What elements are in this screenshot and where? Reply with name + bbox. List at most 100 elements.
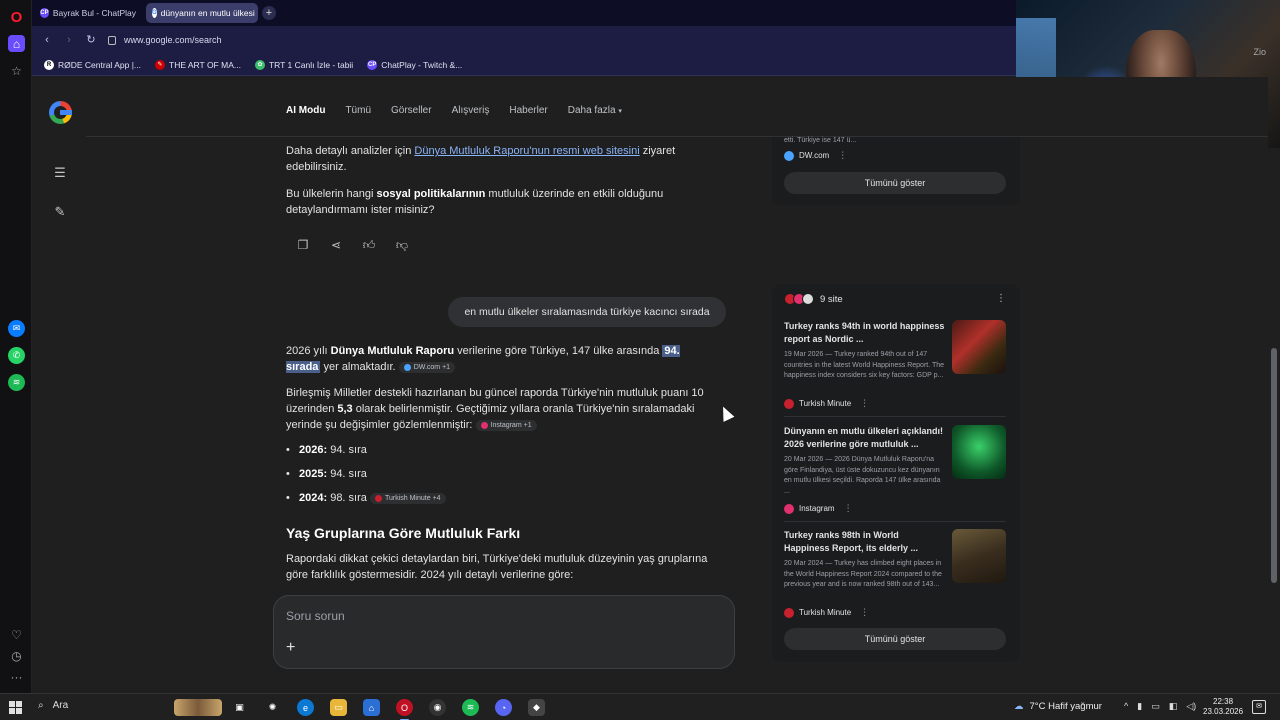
history-icon[interactable]: ◷ bbox=[8, 647, 25, 664]
kebab-icon[interactable]: ⋮ bbox=[844, 503, 853, 514]
show-all-button[interactable]: Tümünü göster bbox=[784, 172, 1006, 194]
tab-shopping[interactable]: Alışveriş bbox=[452, 105, 490, 116]
messenger-icon[interactable]: ✉ bbox=[8, 320, 25, 337]
report-link[interactable]: Dünya Mutluluk Raporu'nun resmi web site… bbox=[414, 145, 639, 157]
ask-input[interactable]: Soru sorun + bbox=[273, 595, 735, 669]
bookmark-chatplay[interactable]: CP ChatPlay - Twitch &... bbox=[367, 59, 463, 70]
answer-paragraph-2: Birleşmiş Milletler destekli hazırlanan … bbox=[286, 385, 706, 433]
text: Bu ülkelerin hangi bbox=[286, 188, 377, 200]
page-scrollbar[interactable] bbox=[1268, 148, 1280, 693]
volume-icon[interactable]: ◁) bbox=[1186, 701, 1196, 712]
source-name: Turkish Minute bbox=[799, 399, 852, 408]
source-card[interactable]: Turkey ranks 98th in World Happiness Rep… bbox=[784, 529, 1006, 633]
site-icon bbox=[802, 293, 814, 305]
google-logo-icon[interactable] bbox=[49, 101, 72, 124]
bookmark-art-of-ma[interactable]: ✎ THE ART OF MA... bbox=[155, 59, 241, 70]
chip-label: Instagram +1 bbox=[490, 421, 532, 429]
new-chat-icon[interactable]: ✎ bbox=[52, 204, 68, 220]
chatplay-icon: CP bbox=[367, 59, 378, 70]
copy-icon[interactable]: ❐ bbox=[296, 237, 310, 253]
opera-icon[interactable]: O bbox=[396, 699, 413, 720]
home-icon[interactable]: ⌂ bbox=[8, 35, 25, 52]
heart-icon[interactable]: ♡ bbox=[8, 626, 25, 643]
kebab-icon[interactable]: ⋮ bbox=[996, 293, 1006, 304]
time: 22:38 bbox=[1213, 697, 1234, 706]
tab-more[interactable]: Daha fazla ▾ bbox=[568, 105, 622, 116]
tab-chatplay[interactable]: CP Bayrak Bul - ChatPlay bbox=[34, 3, 142, 23]
source-dw[interactable]: DW.com ⋮ bbox=[784, 150, 847, 161]
rank: 94. sıra bbox=[327, 468, 367, 480]
mic-icon[interactable]: ▮ bbox=[1137, 701, 1142, 712]
source-chip-turkish-minute[interactable]: Turkish Minute +4 bbox=[369, 492, 446, 504]
clock[interactable]: 22:38 23.03.2026 bbox=[1203, 697, 1243, 717]
source-chip-instagram[interactable]: Instagram +1 bbox=[475, 419, 537, 431]
text: yer almaktadır. bbox=[320, 361, 396, 373]
spotify-icon[interactable]: ≋ bbox=[462, 699, 479, 716]
kebab-icon[interactable]: ⋮ bbox=[860, 607, 869, 618]
app-icon[interactable]: ◆ bbox=[528, 699, 545, 716]
file-explorer-icon[interactable]: ▭ bbox=[330, 699, 347, 716]
chatplay-icon: CP bbox=[40, 8, 49, 18]
user-query-bubble: en mutlu ülkeler sıralamasında türkiye k… bbox=[448, 297, 726, 327]
chevron-up-icon[interactable]: ^ bbox=[1124, 701, 1128, 712]
bookmark-rode[interactable]: R RØDE Central App |... bbox=[44, 59, 141, 70]
bold-text: Dünya Mutluluk Raporu bbox=[330, 345, 455, 357]
source-name: Instagram bbox=[799, 504, 835, 513]
source-card[interactable]: Dünyanın en mutlu ülkeleri açıklandı! 20… bbox=[784, 425, 1006, 529]
tab-ai-mode[interactable]: AI Modu bbox=[286, 105, 325, 116]
task-view-icon[interactable]: ▣ bbox=[231, 699, 248, 716]
forward-icon[interactable]: › bbox=[62, 33, 76, 47]
show-all-button[interactable]: Tümünü göster bbox=[784, 628, 1006, 650]
sites-count: 9 site bbox=[820, 293, 843, 305]
obs-icon[interactable]: ◉ bbox=[429, 699, 446, 716]
opera-logo-icon[interactable]: O bbox=[8, 9, 25, 26]
app-tray-icon[interactable]: ▭ bbox=[1151, 701, 1160, 712]
discord-icon[interactable]: ◔ bbox=[495, 699, 512, 716]
network-icon[interactable]: ◧ bbox=[1169, 701, 1178, 712]
bookmark-label: ChatPlay - Twitch &... bbox=[381, 59, 463, 70]
tab-images[interactable]: Görseller bbox=[391, 105, 432, 116]
whatsapp-icon[interactable]: ✆ bbox=[8, 347, 25, 364]
thumbs-up-icon[interactable]: 👍︎ bbox=[362, 237, 376, 253]
notification-icon[interactable]: ✉ bbox=[1252, 700, 1266, 714]
sites-header[interactable]: 9 site bbox=[784, 293, 843, 305]
chatgpt-icon[interactable]: ✺ bbox=[264, 699, 281, 716]
source-card[interactable]: Turkey ranks 94th in world happiness rep… bbox=[784, 320, 1006, 424]
tab-news[interactable]: Haberler bbox=[509, 105, 547, 116]
tab-google-search[interactable]: G dünyanın en mutlu ülkesi bbox=[146, 3, 258, 23]
dw-icon bbox=[784, 150, 794, 161]
plus-icon[interactable]: + bbox=[286, 639, 295, 657]
tab-label: dünyanın en mutlu ülkesi bbox=[160, 8, 255, 18]
history-list-icon[interactable]: ☰ bbox=[52, 165, 68, 181]
weather-widget[interactable]: ☁ 7°C Hafif yağmur bbox=[1014, 701, 1102, 712]
star-icon[interactable]: ☆ bbox=[8, 62, 25, 79]
kebab-icon[interactable]: ⋮ bbox=[860, 398, 869, 409]
cloud-rain-icon: ☁ bbox=[1014, 701, 1024, 712]
scrollbar-thumb[interactable] bbox=[1271, 348, 1277, 583]
url-field[interactable]: www.google.com/search bbox=[108, 31, 1002, 49]
bookmark-trt1[interactable]: ✿ TRT 1 Canlı İzle - tabii bbox=[254, 59, 353, 70]
sources-panel-previous: etti. Türkiye ise 147 ü... DW.com ⋮ Tümü… bbox=[772, 137, 1020, 205]
windows-start-icon[interactable] bbox=[9, 701, 22, 714]
card-desc: 19 Mar 2026 — Turkey ranked 94th out of … bbox=[784, 351, 945, 379]
taskbar-search[interactable]: ⌕ Ara bbox=[38, 700, 68, 711]
share-icon[interactable]: ⋖ bbox=[329, 237, 343, 253]
reload-icon[interactable]: ↻ bbox=[84, 33, 98, 47]
store-icon[interactable]: ⌂ bbox=[363, 699, 380, 716]
tabii-icon: ✿ bbox=[254, 59, 265, 70]
rank-list: 2026: 94. sıra 2025: 94. sıra 2024: 98. … bbox=[286, 442, 706, 514]
new-tab-button[interactable]: + bbox=[262, 6, 276, 20]
tab-all[interactable]: Tümü bbox=[345, 105, 371, 116]
rode-icon: R bbox=[44, 59, 54, 70]
source-chip-dw[interactable]: DW.com +1 bbox=[398, 361, 456, 373]
search-highlight-icon[interactable] bbox=[174, 699, 222, 716]
lock-icon bbox=[108, 35, 116, 45]
source-name: DW.com bbox=[799, 151, 830, 160]
kebab-icon[interactable]: ⋮ bbox=[838, 150, 847, 161]
bookmark-label: THE ART OF MA... bbox=[169, 59, 241, 70]
thumbs-down-icon[interactable]: 👎︎ bbox=[395, 237, 409, 253]
back-icon[interactable]: ‹ bbox=[40, 33, 54, 47]
more-icon[interactable]: ··· bbox=[8, 668, 25, 685]
spotify-icon[interactable]: ≋ bbox=[8, 374, 25, 391]
edge-icon[interactable]: e bbox=[297, 699, 314, 716]
